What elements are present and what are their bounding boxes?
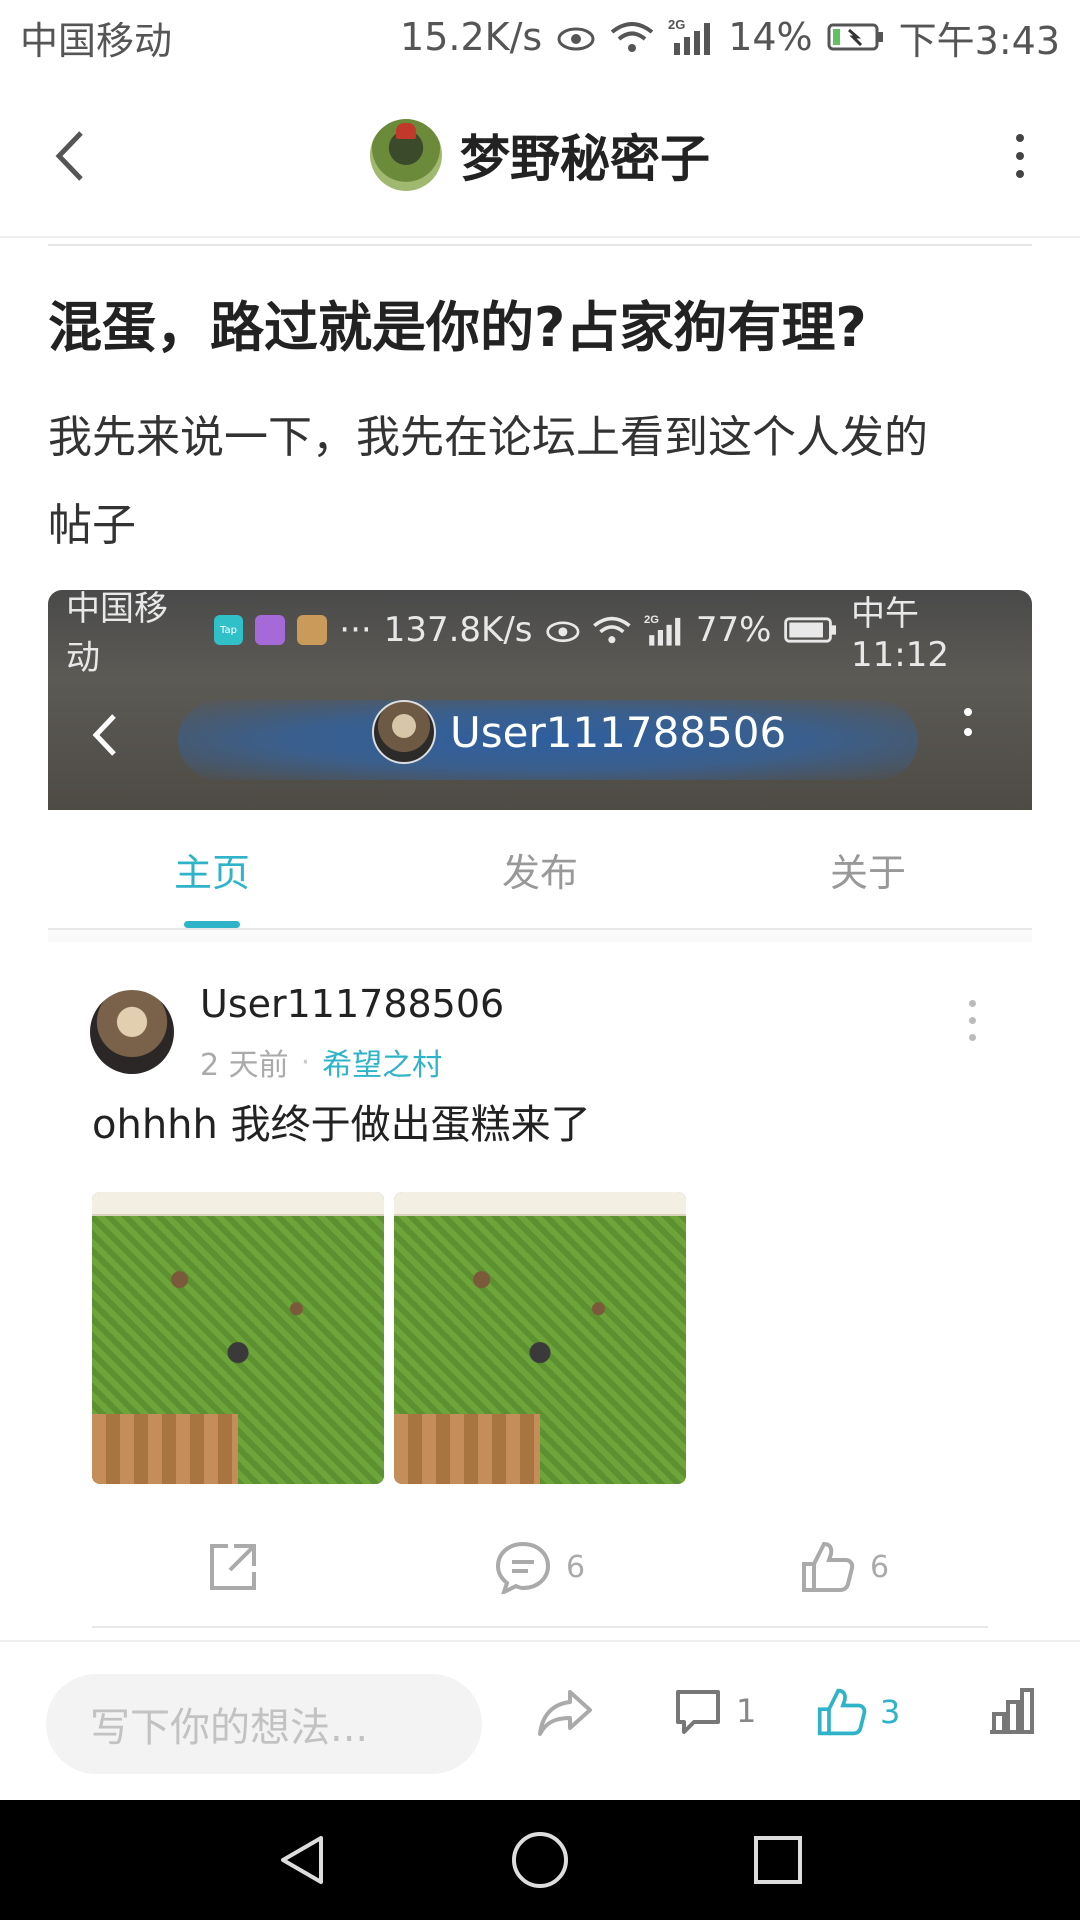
embedded-overflow-indicator: ··· (339, 610, 372, 650)
avatar (372, 700, 436, 764)
post-actions: 6 6 (48, 1512, 1032, 1622)
tab-about: 关于 (829, 850, 906, 895)
post-comment-button: 6 (494, 1540, 585, 1594)
share-button[interactable] (536, 1686, 594, 1738)
circle-home-icon (512, 1832, 568, 1888)
embedded-header: 中国移动 Tap ··· 137.8K/s 2G 77% 中午11:12 Use… (48, 590, 1032, 810)
post-meta: 2 天前 · 希望之村 (200, 1040, 442, 1084)
tab-posts: 发布 (501, 850, 578, 895)
article-title: 混蛋，路过就是你的?占家狗有理? (48, 296, 867, 359)
post-text: ohhhh 我终于做出蛋糕来了 (92, 1102, 591, 1148)
back-button[interactable] (40, 126, 100, 186)
post-image-thumbnail (394, 1192, 686, 1484)
tab-home: 主页 (48, 810, 376, 928)
thumbs-up-icon (817, 1688, 867, 1736)
taptap-app-icon: Tap (213, 615, 244, 645)
eye-icon (545, 621, 579, 643)
clock: 下午3:43 (898, 18, 1060, 63)
post-share-button (206, 1540, 260, 1594)
stats-button[interactable] (986, 1686, 1038, 1736)
avatar[interactable] (370, 119, 442, 191)
bar-chart-icon (990, 1688, 1034, 1734)
post-comment-count: 6 (566, 1549, 586, 1585)
embedded-network-type: 2G (644, 614, 659, 626)
embedded-screenshot[interactable]: 中国移动 Tap ··· 137.8K/s 2G 77% 中午11:12 Use… (48, 590, 1032, 1630)
carrier-label: 中国移动 (20, 18, 173, 63)
network-speed: 15.2K/s (400, 15, 543, 59)
chevron-left-icon (92, 714, 116, 756)
more-dot-icon (969, 1000, 976, 1007)
header-user[interactable]: 梦野秘密子 (370, 119, 710, 191)
more-dot-icon (1016, 152, 1024, 160)
like-button[interactable]: 3 (816, 1686, 900, 1738)
comment-icon (676, 1690, 720, 1734)
embedded-network-speed: 137.8K/s (383, 610, 533, 650)
system-back-button[interactable] (270, 1828, 334, 1892)
comment-input[interactable]: 写下你的想法... (46, 1674, 482, 1774)
gallery-app-icon (255, 615, 286, 645)
embedded-back-button (88, 710, 128, 760)
share-arrow-icon (538, 1690, 592, 1736)
embedded-post-card: User111788506 2 天前 · 希望之村 ohhhh 我终于做出蛋糕来… (48, 942, 1032, 1630)
battery-charging-icon (827, 22, 885, 52)
system-home-button[interactable] (508, 1828, 572, 1892)
more-dot-icon (964, 728, 972, 736)
embedded-nav-username: User111788506 (450, 707, 787, 757)
more-dot-icon (969, 1034, 976, 1041)
avatar (90, 990, 174, 1074)
thumbs-up-icon (802, 1541, 855, 1592)
more-options-button[interactable] (1000, 126, 1040, 186)
battery-percent: 14% (728, 15, 813, 59)
post-username: User111788506 (200, 982, 505, 1026)
page-title: 梦野秘密子 (460, 130, 710, 188)
signal-icon: 2G (644, 614, 681, 646)
wifi-icon (593, 616, 631, 644)
embedded-status-bar: 中国移动 Tap ··· 137.8K/s 2G 77% 中午11:12 (66, 590, 1016, 678)
more-dot-icon (964, 708, 972, 716)
wifi-icon (610, 20, 654, 54)
eye-icon (556, 23, 596, 51)
comment-count: 1 (736, 1692, 757, 1730)
meta-separator: · (300, 1044, 311, 1080)
comment-button[interactable]: 1 (672, 1686, 756, 1736)
system-recents-button[interactable] (746, 1828, 810, 1892)
article-body-line: 我先来说一下，我先在论坛上看到这个人发的 (48, 412, 928, 463)
status-bar: 中国移动 15.2K/s 2G 14% 下午3:43 (0, 0, 1080, 74)
system-nav-bar (0, 1800, 1080, 1920)
more-dot-icon (969, 1017, 976, 1024)
triangle-back-icon (281, 1836, 323, 1884)
app-header: 梦野秘密子 (0, 74, 1080, 238)
game-app-icon (297, 615, 328, 645)
bottom-action-bar: 写下你的想法... 1 3 (0, 1640, 1080, 1800)
post-like-count: 6 (870, 1549, 890, 1585)
embedded-battery-percent: 77% (695, 610, 772, 650)
article-body-line: 帖子 (48, 500, 136, 551)
square-recents-icon (754, 1836, 802, 1884)
more-dot-icon (1016, 134, 1024, 142)
like-count: 3 (880, 1693, 901, 1731)
embedded-clock: 中午11:12 (851, 593, 950, 675)
post-tag: 希望之村 (322, 1048, 443, 1083)
article-body: 我先来说一下，我先在论坛上看到这个人发的 帖子 (48, 394, 1038, 570)
divider (92, 1626, 988, 1628)
post-image-thumbnail (92, 1192, 384, 1484)
divider (48, 244, 1032, 246)
network-type: 2G (668, 17, 685, 32)
embedded-more-button (964, 708, 972, 736)
embedded-carrier: 中国移动 (66, 590, 168, 678)
comment-icon (495, 1541, 551, 1594)
chevron-left-icon (55, 131, 83, 181)
battery-icon (784, 617, 837, 643)
post-time: 2 天前 (200, 1048, 289, 1083)
more-dot-icon (1016, 170, 1024, 178)
signal-icon: 2G (668, 17, 714, 57)
post-like-button: 6 (800, 1540, 889, 1594)
embedded-nav-user: User111788506 (372, 700, 786, 764)
post-more-button (969, 1000, 976, 1041)
embedded-nav: User111788506 (48, 680, 1032, 790)
embedded-tabs: 主页 发布 关于 (48, 810, 1032, 930)
share-icon (210, 1544, 256, 1590)
